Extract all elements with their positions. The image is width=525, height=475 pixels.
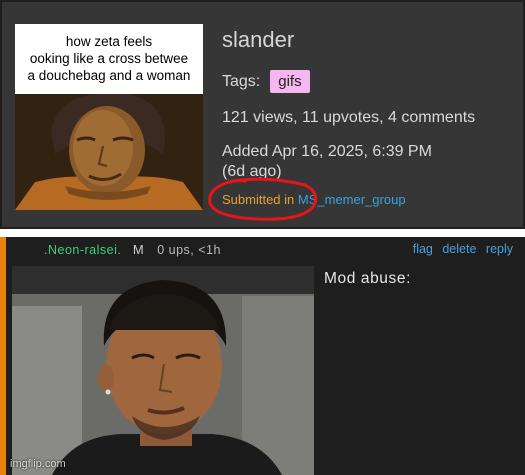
- group-link[interactable]: MS_memer_group: [298, 192, 406, 207]
- flag-link[interactable]: flag: [413, 242, 433, 256]
- comment-actions: flag delete reply: [407, 242, 513, 256]
- tags-label: Tags:: [222, 72, 261, 90]
- man-selfie-image: [12, 266, 314, 475]
- tag-gifs[interactable]: gifs: [270, 70, 310, 93]
- submitted-in: Submitted in MS_memer_group: [222, 192, 406, 207]
- divider: [0, 229, 525, 237]
- added-relative-line: (6d ago): [222, 163, 282, 180]
- comment-image[interactable]: [12, 266, 314, 475]
- statue-face-image: [15, 94, 203, 210]
- post-title[interactable]: slander: [222, 27, 294, 53]
- comment-panel: .Neon-ralsei. M 0 ups, <1h flag delete r…: [0, 237, 525, 475]
- mod-badge: M: [132, 242, 144, 257]
- delete-link[interactable]: delete: [442, 242, 476, 256]
- post-panel: how zeta feels ooking like a cross betwe…: [0, 0, 525, 229]
- comment-meta: 0 ups, <1h: [157, 243, 221, 257]
- submitted-label: Submitted in: [222, 192, 295, 207]
- added-date-line: Added Apr 16, 2025, 6:39 PM: [222, 143, 432, 160]
- post-added-date: Added Apr 16, 2025, 6:39 PM (6d ago): [222, 142, 432, 182]
- imgflip-watermark: imgflip.com: [10, 458, 66, 470]
- thumbnail-caption: how zeta feels ooking like a cross betwe…: [15, 24, 203, 94]
- reply-link[interactable]: reply: [486, 242, 513, 256]
- comment-header: .Neon-ralsei. M 0 ups, <1h: [44, 242, 221, 257]
- post-thumbnail[interactable]: how zeta feels ooking like a cross betwe…: [15, 24, 203, 210]
- comment-username[interactable]: .Neon-ralsei.: [44, 243, 121, 257]
- comment-text: Mod abuse:: [324, 270, 411, 287]
- tags-row: Tags: gifs: [222, 70, 310, 93]
- post-stats: 121 views, 11 upvotes, 4 comments: [222, 109, 476, 126]
